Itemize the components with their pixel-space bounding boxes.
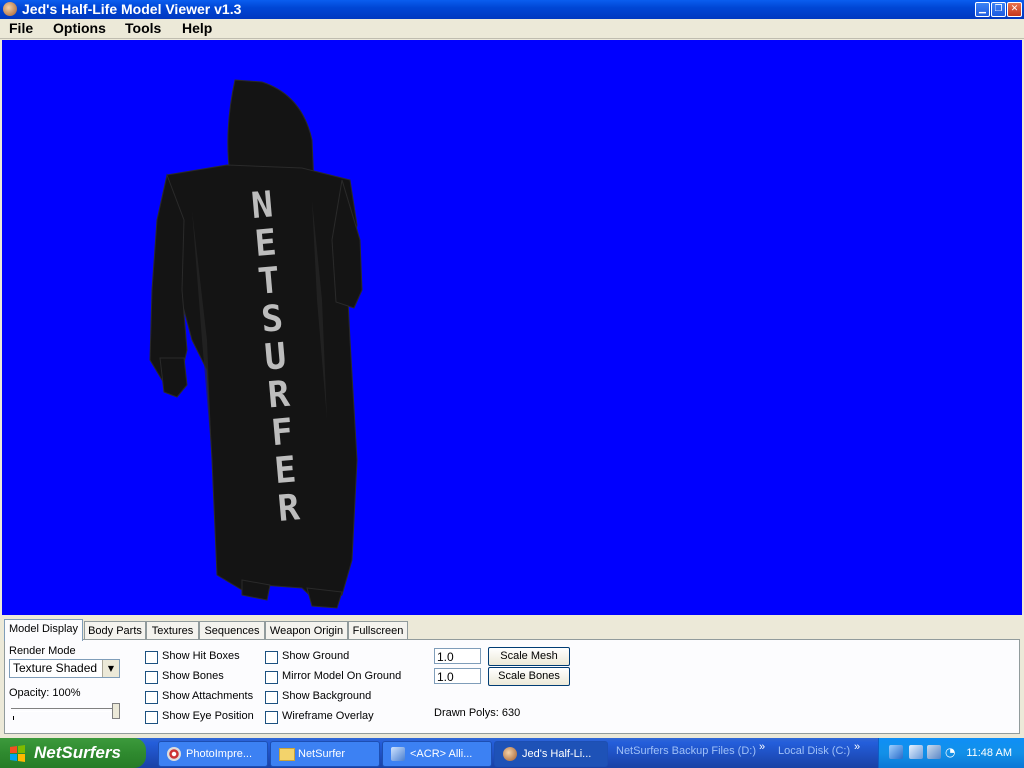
scale-bones-input[interactable]: 1.0: [434, 668, 481, 684]
show-attachments-label: Show Attachments: [162, 690, 254, 702]
tab-textures[interactable]: Textures: [146, 621, 199, 640]
show-attachments-checkbox[interactable]: [145, 691, 158, 704]
taskbar-button-photoimpact[interactable]: PhotoImpre...: [158, 741, 268, 767]
tab-model-display[interactable]: Model Display: [4, 619, 83, 641]
taskbar-button-acr[interactable]: <ACR> Alli...: [382, 741, 492, 767]
volume-icon[interactable]: ◔: [945, 745, 959, 759]
start-button[interactable]: NetSurfers: [0, 738, 146, 768]
show-hit-boxes-checkbox[interactable]: [145, 651, 158, 664]
tab-sequences[interactable]: Sequences: [199, 621, 265, 640]
menu-file[interactable]: File: [9, 19, 33, 38]
mirror-model-label: Mirror Model On Ground: [282, 670, 402, 682]
tab-weapon-origin[interactable]: Weapon Origin: [265, 621, 348, 640]
slider-tick: [13, 716, 14, 720]
model-viewer-icon: [503, 747, 517, 761]
show-ground-checkbox[interactable]: [265, 651, 278, 664]
folder-icon: [279, 748, 295, 761]
maximize-button[interactable]: ❐: [991, 2, 1006, 17]
taskbar-button-netsurfer[interactable]: NetSurfer: [270, 741, 380, 767]
tab-body-parts[interactable]: Body Parts: [84, 621, 146, 640]
drawn-polys-label: Drawn Polys: 630: [434, 707, 521, 719]
wireframe-overlay-label: Wireframe Overlay: [282, 710, 374, 722]
show-ground-label: Show Ground: [282, 650, 350, 662]
show-hit-boxes-label: Show Hit Boxes: [162, 650, 240, 662]
close-button[interactable]: ✕: [1007, 2, 1022, 17]
quicklink-local-disk[interactable]: Local Disk (C:): [778, 745, 850, 757]
clock[interactable]: 11:48 AM: [966, 747, 1012, 759]
opacity-slider-thumb[interactable]: [112, 703, 120, 719]
show-background-label: Show Background: [282, 690, 372, 702]
chevron-right-icon[interactable]: »: [759, 741, 765, 753]
wireframe-overlay-checkbox[interactable]: [265, 711, 278, 724]
windows-flag-icon: [10, 745, 25, 762]
render-mode-value: Texture Shaded: [13, 661, 98, 675]
opacity-slider-track[interactable]: [11, 708, 117, 712]
taskbar: NetSurfers PhotoImpre... NetSurfer <ACR>…: [0, 738, 1024, 768]
scale-mesh-input[interactable]: 1.0: [434, 648, 481, 664]
tab-fullscreen[interactable]: Fullscreen: [348, 621, 408, 640]
display-tray-icon[interactable]: [927, 745, 941, 759]
menu-bar: File Options Tools Help: [0, 19, 1024, 39]
menu-help[interactable]: Help: [182, 19, 212, 38]
network-tray-icon[interactable]: [889, 745, 903, 759]
chevron-down-icon[interactable]: ▼: [102, 660, 119, 677]
model-render: [149, 79, 363, 609]
title-bar[interactable]: Jed's Half-Life Model Viewer v1.3 ▁ ❐ ✕: [0, 0, 1024, 19]
app-icon[interactable]: [3, 2, 17, 16]
connection-tray-icon[interactable]: [909, 745, 923, 759]
scale-bones-button[interactable]: Scale Bones: [488, 667, 570, 686]
show-eye-position-label: Show Eye Position: [162, 710, 254, 722]
scale-mesh-button[interactable]: Scale Mesh: [488, 647, 570, 666]
system-tray: ◔ 11:48 AM: [878, 738, 1024, 768]
opacity-label: Opacity: 100%: [9, 687, 81, 699]
network-icon: [391, 747, 405, 761]
chevron-right-icon-2[interactable]: »: [854, 741, 860, 753]
taskbar-button-model-viewer[interactable]: Jed's Half-Li...: [494, 741, 608, 767]
render-mode-select[interactable]: Texture Shaded ▼: [9, 659, 120, 678]
minimize-button[interactable]: ▁: [975, 2, 990, 17]
menu-options[interactable]: Options: [53, 19, 106, 38]
show-bones-checkbox[interactable]: [145, 671, 158, 684]
start-label: NetSurfers: [34, 743, 121, 762]
show-bones-label: Show Bones: [162, 670, 224, 682]
show-background-checkbox[interactable]: [265, 691, 278, 704]
menu-tools[interactable]: Tools: [125, 19, 161, 38]
window-title: Jed's Half-Life Model Viewer v1.3: [22, 1, 242, 17]
render-mode-label: Render Mode: [9, 645, 76, 657]
control-panel: Model Display Body Parts Textures Sequen…: [0, 617, 1024, 738]
show-eye-position-checkbox[interactable]: [145, 711, 158, 724]
model-viewport[interactable]: NETSURFER: [2, 40, 1022, 615]
quicklink-backup-drive[interactable]: NetSurfers Backup Files (D:): [616, 745, 756, 757]
mirror-model-checkbox[interactable]: [265, 671, 278, 684]
photoimpact-icon: [167, 747, 181, 761]
